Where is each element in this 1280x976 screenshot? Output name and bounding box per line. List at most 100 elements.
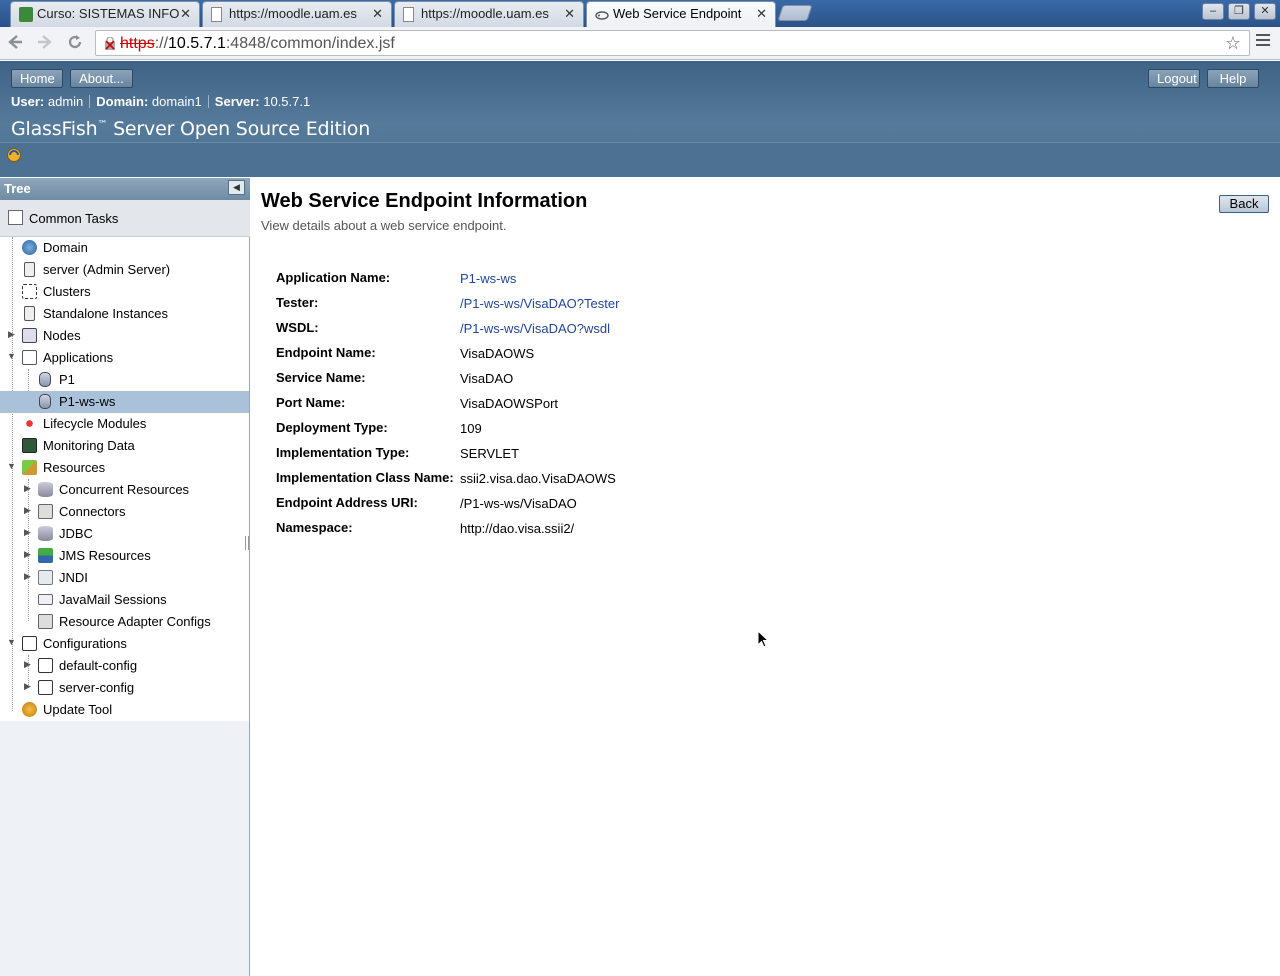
tree-node-default-config[interactable]: ▶ default-config [0,655,249,677]
resources-icon [22,460,37,475]
browser-menu-icon[interactable] [1256,34,1270,50]
expand-arrow-icon[interactable]: ▶ [24,549,32,560]
back-nav-icon[interactable] [4,32,26,54]
tree-node-server[interactable]: server (Admin Server) [0,259,249,281]
about-button[interactable]: About... [70,69,133,88]
expand-arrow-icon[interactable]: ▶ [24,571,32,582]
page-icon [403,7,414,22]
collapse-arrow-icon[interactable]: ▼ [7,461,16,471]
trademark-symbol: ™ [97,119,108,131]
property-label: Implementation Class Name: [276,470,454,485]
url-separator: :// [154,35,169,52]
browser-tab-2[interactable]: https://moodle.uam.es ✕ [202,1,392,27]
close-tab-icon[interactable]: ✕ [180,6,191,22]
expand-arrow-icon[interactable]: ▶ [24,483,32,494]
tree-node-label: Nodes [43,328,81,343]
browser-tab-4[interactable]: Web Service Endpoint ✕ [586,1,776,27]
expand-arrow-icon[interactable]: ▶ [24,681,32,692]
update-status-icon[interactable] [6,147,22,163]
glassfish-masthead: Home About... Logout Help User: admin Dom… [0,61,1280,177]
forward-nav-icon[interactable] [34,32,56,54]
minimize-button[interactable]: ‒ [1202,3,1224,20]
property-value: /P1-ws-ws/VisaDAO [460,496,577,511]
server-value: 10.5.7.1 [263,94,311,109]
tree-node-javamail-sessions[interactable]: JavaMail Sessions [0,589,249,611]
close-window-button[interactable]: ✕ [1254,3,1276,20]
tree-node-resources[interactable]: ▼ Resources [0,457,249,479]
tree-node-server-config[interactable]: ▶ server-config [0,677,249,699]
expand-arrow-icon[interactable]: ▶ [24,659,32,670]
monitoring-icon [22,438,37,453]
tree-node-p1-ws-ws[interactable]: P1-ws-ws [0,391,249,413]
product-name-main: GlassFish [11,118,98,140]
tree-node-jms-resources[interactable]: ▶ JMS Resources [0,545,249,567]
tree-node-update-tool[interactable]: Update Tool [0,699,249,721]
home-button[interactable]: Home [11,69,63,88]
tree-node-label: Monitoring Data [43,438,135,453]
page-icon [211,7,222,22]
collapse-tree-button[interactable]: ◀ [228,180,245,195]
tree-node-label: Resources [43,460,106,475]
tree-node-label: Lifecycle Modules [43,416,147,431]
help-button[interactable]: Help [1207,69,1259,88]
back-button[interactable]: Back [1219,195,1269,213]
collapse-arrow-icon[interactable]: ▼ [7,351,16,361]
lifecycle-icon [22,416,37,431]
application-name-link[interactable]: P1-ws-ws [460,271,516,286]
tree-node-label: Configurations [43,636,127,651]
tree-node-standalone-instances[interactable]: Standalone Instances [0,303,249,325]
close-tab-icon[interactable]: ✕ [372,6,383,22]
property-value: VisaDAOWSPort [460,396,559,411]
tree-node-nodes[interactable]: ▶ Nodes [0,325,249,347]
address-bar[interactable]: https://10.5.7.1:4848/common/index.jsf ☆ [95,30,1250,56]
status-bar [0,142,1280,177]
tree-node-jndi[interactable]: ▶ JNDI [0,567,249,589]
property-label: Endpoint Address URI: [276,495,418,510]
tree-node-configurations[interactable]: ▼ Configurations [0,633,249,655]
browser-tab-3[interactable]: https://moodle.uam.es ✕ [394,1,584,27]
property-row: Implementation Class Name: ssii2.visa.da… [276,470,976,490]
reload-icon[interactable] [64,32,86,54]
url-text: https://10.5.7.1:4848/common/index.jsf [120,35,395,53]
collapse-arrow-icon[interactable]: ▼ [7,637,16,647]
bookmark-star-icon[interactable]: ☆ [1225,33,1241,54]
config-icon [38,680,53,695]
expand-arrow-icon[interactable]: ▶ [8,329,16,340]
url-host: 10.5.7.1 [168,35,226,52]
tree-node-p1[interactable]: P1 [0,369,249,391]
common-tasks-link[interactable]: Common Tasks [0,200,250,237]
tree-node-concurrent-resources[interactable]: ▶ Concurrent Resources [0,479,249,501]
page-title: Web Service Endpoint Information [261,190,588,212]
close-tab-icon[interactable]: ✕ [756,6,767,22]
maximize-button[interactable]: ❐ [1228,3,1250,20]
tree-node-clusters[interactable]: Clusters [0,281,249,303]
tree-node-label: P1 [59,372,75,387]
panel-splitter[interactable] [245,536,249,550]
tree-node-jdbc[interactable]: ▶ JDBC [0,523,249,545]
browser-tab-label: Curso: SISTEMAS INFO [37,6,180,21]
expand-arrow-icon[interactable]: ▶ [24,527,32,538]
logout-button[interactable]: Logout [1148,69,1200,88]
tree-node-connectors[interactable]: ▶ Connectors [0,501,249,523]
new-tab-button[interactable] [777,5,813,21]
tree-node-domain[interactable]: Domain [0,237,249,259]
expand-arrow-icon[interactable]: ▶ [24,505,32,516]
property-value: 109 [460,421,482,436]
wsdl-link[interactable]: /P1-ws-ws/VisaDAO?wsdl [460,321,610,336]
jms-icon [38,548,53,563]
close-tab-icon[interactable]: ✕ [564,6,575,22]
tree-node-label: Concurrent Resources [59,482,190,497]
tester-link[interactable]: /P1-ws-ws/VisaDAO?Tester [460,296,619,311]
database-icon [38,482,53,497]
tree-node-resource-adapter-configs[interactable]: Resource Adapter Configs [0,611,249,633]
url-path: :4848/common/index.jsf [225,35,395,52]
property-row: Tester: /P1-ws-ws/VisaDAO?Tester [276,295,976,315]
property-row: Service Name: VisaDAO [276,370,976,390]
application-icon [39,394,51,409]
tree-node-monitoring-data[interactable]: Monitoring Data [0,435,249,457]
browser-tab-label: https://moodle.uam.es [229,6,357,21]
tree-node-lifecycle-modules[interactable]: Lifecycle Modules [0,413,249,435]
browser-tab-1[interactable]: Curso: SISTEMAS INFO ✕ [10,1,200,27]
tree-node-applications[interactable]: ▼ Applications [0,347,249,369]
property-label: Deployment Type: [276,420,388,435]
